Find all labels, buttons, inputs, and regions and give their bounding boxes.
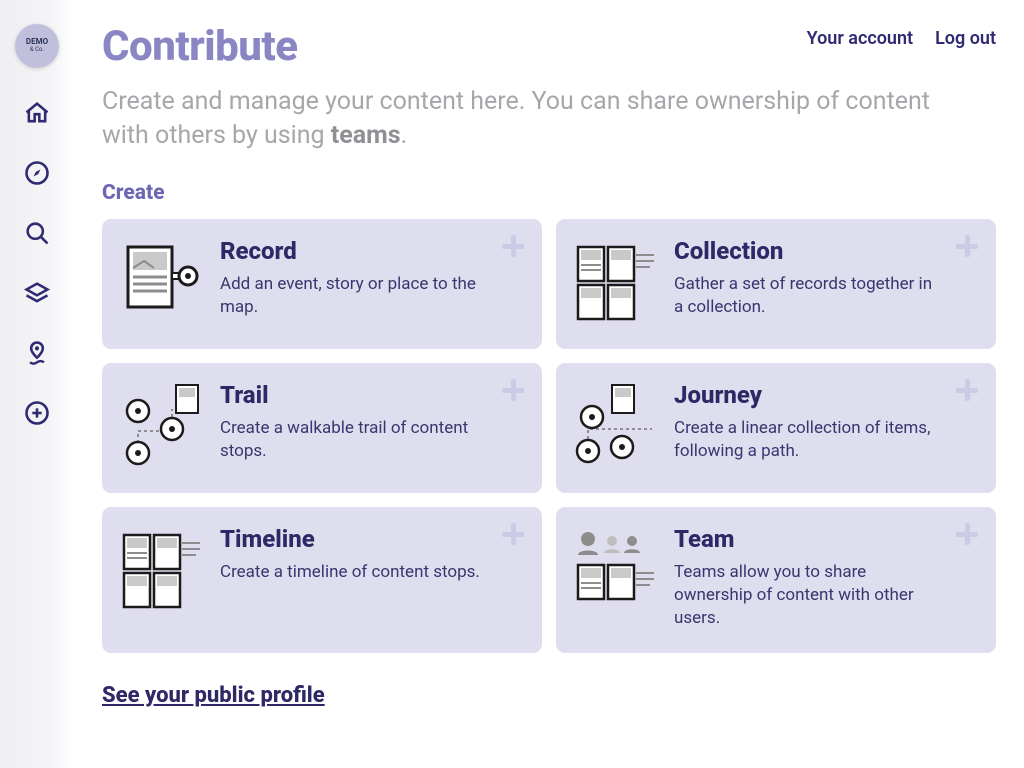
- card-record[interactable]: Record Add an event, story or place to t…: [102, 219, 542, 349]
- plus-icon: [954, 377, 980, 403]
- account-link[interactable]: Your account: [807, 28, 913, 49]
- pin-route-icon[interactable]: [22, 338, 52, 368]
- page-intro: Create and manage your content here. You…: [102, 85, 982, 153]
- plus-icon: [954, 521, 980, 547]
- card-desc: Create a linear collection of items, fol…: [674, 417, 934, 464]
- brand-line2: & Co.: [30, 47, 44, 54]
- create-cards: Record Add an event, story or place to t…: [102, 219, 996, 653]
- trail-icon: [120, 381, 202, 471]
- plus-icon: [954, 233, 980, 259]
- intro-bold: teams: [331, 121, 401, 150]
- main-content: Contribute Your account Log out Create a…: [74, 0, 1024, 768]
- journey-icon: [574, 381, 656, 471]
- layers-icon[interactable]: [22, 278, 52, 308]
- card-title: Record: [220, 237, 520, 265]
- create-heading: Create: [102, 181, 996, 205]
- card-desc: Create a timeline of content stops.: [220, 561, 480, 584]
- sidebar: DEMO & Co.: [0, 0, 74, 768]
- logout-link[interactable]: Log out: [935, 28, 996, 49]
- public-profile-link[interactable]: See your public profile: [102, 683, 325, 708]
- card-title: Collection: [674, 237, 974, 265]
- collection-icon: [574, 237, 656, 327]
- team-icon: [574, 525, 656, 615]
- card-collection[interactable]: Collection Gather a set of records toget…: [556, 219, 996, 349]
- search-icon[interactable]: [22, 218, 52, 248]
- timeline-icon: [120, 525, 202, 615]
- card-journey[interactable]: Journey Create a linear collection of it…: [556, 363, 996, 493]
- plus-icon: [500, 377, 526, 403]
- intro-suffix: .: [401, 121, 408, 150]
- home-icon[interactable]: [22, 98, 52, 128]
- page-title: Contribute: [102, 22, 298, 71]
- plus-icon: [500, 521, 526, 547]
- card-team[interactable]: Team Teams allow you to share ownership …: [556, 507, 996, 653]
- plus-icon: [500, 233, 526, 259]
- add-circle-icon[interactable]: [22, 398, 52, 428]
- compass-icon[interactable]: [22, 158, 52, 188]
- card-trail[interactable]: Trail Create a walkable trail of content…: [102, 363, 542, 493]
- card-title: Journey: [674, 381, 974, 409]
- card-desc: Add an event, story or place to the map.: [220, 273, 480, 320]
- card-timeline[interactable]: Timeline Create a timeline of content st…: [102, 507, 542, 653]
- card-desc: Gather a set of records together in a co…: [674, 273, 934, 320]
- card-desc: Create a walkable trail of content stops…: [220, 417, 480, 464]
- top-links: Your account Log out: [807, 22, 996, 49]
- record-icon: [120, 237, 202, 327]
- card-desc: Teams allow you to share ownership of co…: [674, 561, 934, 631]
- card-title: Team: [674, 525, 974, 553]
- brand-logo[interactable]: DEMO & Co.: [15, 24, 59, 68]
- intro-prefix: Create and manage your content here. You…: [102, 87, 930, 150]
- card-title: Trail: [220, 381, 520, 409]
- card-title: Timeline: [220, 525, 520, 553]
